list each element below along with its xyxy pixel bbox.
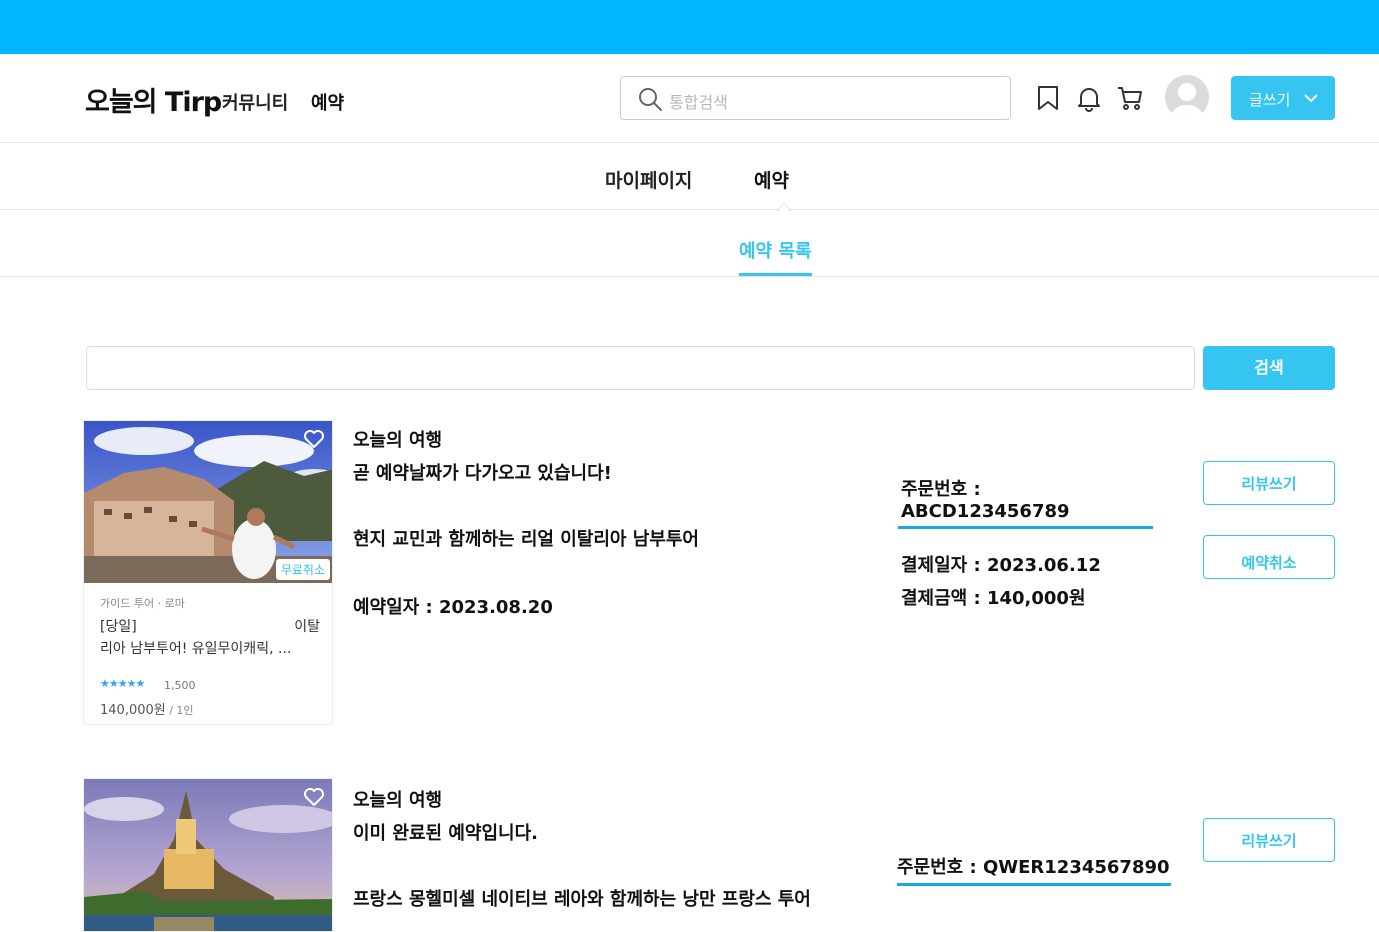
cancel-reservation-button[interactable]: 예약취소 bbox=[1203, 535, 1335, 579]
order-number: 주문번호 : ABCD123456789 bbox=[898, 475, 1153, 529]
title-tag: [당일] bbox=[100, 619, 137, 635]
tab-bar: 예약 목록 bbox=[0, 210, 1379, 277]
tour-price: 140,000원 / 1인 bbox=[100, 699, 194, 718]
nav-reservation[interactable]: 예약 bbox=[311, 89, 344, 115]
write-review-button[interactable]: 리뷰쓰기 bbox=[1203, 461, 1335, 505]
site-header: 오늘의 Tirp 커뮤니티 예약 통합검색 글쓰기 bbox=[0, 54, 1379, 143]
chevron-down-icon bbox=[1304, 94, 1318, 103]
write-review-button[interactable]: 리뷰쓰기 bbox=[1203, 818, 1335, 862]
tour-card-title-line1: [당일] 이탈 bbox=[100, 616, 320, 636]
booking-tour-title[interactable]: 현지 교민과 함께하는 리얼 이탈리아 남부투어 bbox=[353, 525, 699, 551]
price-unit: / 1인 bbox=[165, 704, 194, 717]
avatar[interactable] bbox=[1165, 75, 1209, 119]
tour-card-title-line2: 리아 남부투어! 유일무이캐릭, ... bbox=[100, 641, 292, 657]
subnav-reservation[interactable]: 예약 bbox=[754, 166, 789, 193]
search-icon bbox=[639, 88, 662, 111]
free-cancel-badge: 무료취소 bbox=[275, 559, 330, 580]
booking-reserve-date: 예약일자 : 2023.08.20 bbox=[353, 597, 553, 618]
bookmark-icon[interactable] bbox=[1034, 84, 1062, 112]
price-value: 140,000원 bbox=[100, 703, 166, 718]
booking-status: 이미 완료된 예약입니다. bbox=[353, 823, 538, 844]
top-banner bbox=[0, 0, 1379, 54]
reservation-search-input[interactable] bbox=[86, 346, 1195, 390]
booking-tour-title[interactable]: 프랑스 몽헬미셀 네이티브 레아와 함께하는 낭만 프랑스 투어 bbox=[353, 885, 811, 911]
tab-reservation-list[interactable]: 예약 목록 bbox=[739, 237, 812, 276]
payment-date: 결제일자 : 2023.06.12 bbox=[901, 555, 1101, 576]
rating-count: 1,500 bbox=[164, 679, 196, 692]
search-placeholder: 통합검색 bbox=[669, 93, 728, 112]
order-number: 주문번호 : QWER1234567890 bbox=[897, 853, 1171, 886]
tour-image-positano: 무료취소 bbox=[84, 421, 332, 583]
cart-icon[interactable] bbox=[1116, 84, 1144, 112]
nav-community[interactable]: 커뮤니티 bbox=[222, 89, 288, 115]
global-search-input[interactable]: 통합검색 bbox=[620, 76, 1011, 120]
search-button[interactable]: 검색 bbox=[1203, 346, 1335, 390]
write-button-label: 글쓰기 bbox=[1249, 91, 1291, 109]
heart-icon[interactable] bbox=[303, 429, 325, 449]
tour-card[interactable] bbox=[83, 778, 333, 932]
logo[interactable]: 오늘의 Tirp bbox=[85, 80, 222, 119]
booking-status: 곧 예약날짜가 다가오고 있습니다! bbox=[353, 463, 612, 484]
bell-icon[interactable] bbox=[1075, 84, 1103, 112]
tour-image-mont-saint-michel bbox=[84, 779, 332, 931]
subnav-mypage[interactable]: 마이페이지 bbox=[605, 166, 692, 193]
heart-icon[interactable] bbox=[303, 787, 325, 807]
user-icon bbox=[1171, 83, 1203, 119]
tour-meta: 가이드 투어 · 로마 bbox=[100, 597, 185, 610]
write-button[interactable]: 글쓰기 bbox=[1231, 76, 1335, 120]
rating-stars: ★★★★★ bbox=[100, 677, 145, 690]
sub-navigation: 마이페이지 예약 bbox=[0, 143, 1379, 212]
title-fragment: 이탈 bbox=[294, 619, 320, 635]
tour-card[interactable]: 무료취소 가이드 투어 · 로마 [당일] 이탈 리아 남부투어! 유일무이캐릭… bbox=[83, 420, 333, 725]
booking-brand: 오늘의 여행 bbox=[353, 430, 443, 451]
booking-brand: 오늘의 여행 bbox=[353, 790, 443, 811]
payment-amount: 결제금액 : 140,000원 bbox=[901, 588, 1086, 609]
